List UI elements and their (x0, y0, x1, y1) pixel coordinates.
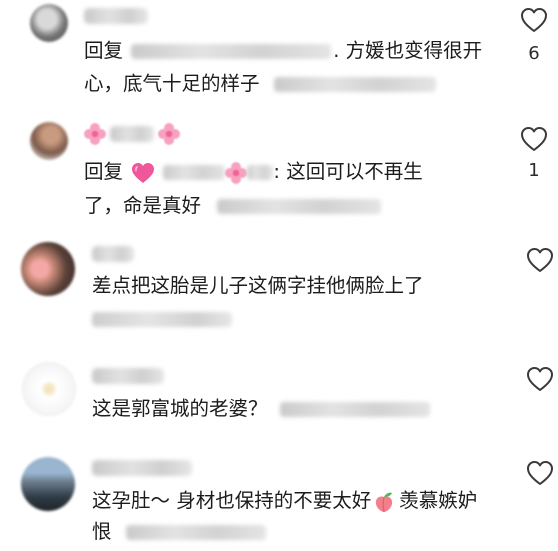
comment-text: 差点把这胎是儿子这俩字挂他俩脸上了 (92, 269, 424, 302)
reply-prefix: 回复 (84, 160, 124, 183)
comment-text-line1: 这是郭富城的老婆？ (92, 397, 268, 420)
heart-outline-icon (521, 127, 547, 151)
comment-text: 回复 : 这回可以不再生 (84, 155, 423, 188)
avatar[interactable] (22, 362, 76, 416)
avatar[interactable] (21, 457, 75, 511)
comment-text-line2: 心，底气十足的样子 (84, 72, 260, 95)
avatar[interactable] (30, 122, 68, 160)
comment-text-line1: 差点把这胎是儿子这俩字挂他俩脸上了 (92, 274, 424, 297)
like-button[interactable] (526, 247, 554, 273)
comment-text: 恨 (92, 515, 266, 548)
avatar[interactable] (21, 242, 75, 296)
peach-emoji-icon (376, 492, 393, 512)
comment-meta (92, 312, 232, 327)
username[interactable] (92, 368, 164, 384)
comment-text: 心，底气十足的样子 (84, 67, 436, 100)
comment-text: 了，命是真好 (84, 189, 382, 222)
comment-item: 回复 : 这回可以不再生 了，命是真好 1 (0, 118, 558, 228)
comment-meta (273, 77, 436, 92)
reply-target-username[interactable] (247, 165, 274, 180)
avatar[interactable] (30, 4, 68, 42)
heart-outline-icon (527, 461, 553, 485)
pink-heart-emoji-icon (132, 162, 155, 183)
like-count: 6 (528, 43, 540, 64)
reply-target-username[interactable] (131, 44, 332, 59)
username[interactable] (92, 246, 134, 262)
username[interactable] (84, 8, 148, 24)
comment-meta (279, 402, 430, 417)
reply-target-username[interactable] (163, 165, 226, 180)
pink-flower-emoji-icon (84, 123, 106, 145)
comment-item: 这孕肚～ 身材也保持的不要太好 羡慕嫉妒 恨 (0, 452, 558, 551)
comment-item: 差点把这胎是儿子这俩字挂他俩脸上了 (0, 236, 558, 346)
comment-item: 这是郭富城的老婆？ (0, 356, 558, 448)
comment-text: 这孕肚～ 身材也保持的不要太好 羡慕嫉妒 (92, 484, 477, 517)
comment-text-line1: : 这回可以不再生 (273, 160, 423, 183)
username[interactable] (92, 460, 192, 476)
comment-item: 回复 . 方媛也变得很开 心，底气十足的样子 6 (0, 0, 558, 120)
heart-outline-icon (527, 367, 553, 391)
pink-flower-emoji-icon (225, 161, 248, 184)
comment-text-line1-suffix: 羡慕嫉妒 (399, 489, 478, 512)
like-button[interactable] (520, 126, 548, 152)
comment-text: 回复 . 方媛也变得很开 (84, 34, 482, 67)
heart-outline-icon (527, 248, 553, 272)
reply-prefix: 回复 (84, 39, 124, 62)
comment-text: 这是郭富城的老婆？ (92, 392, 430, 425)
comment-text-line1: 这孕肚～ 身材也保持的不要太好 (92, 489, 372, 512)
comment-meta (125, 525, 266, 540)
like-count: 1 (528, 160, 540, 181)
comment-text-line1: . 方媛也变得很开 (333, 39, 483, 62)
username-text (110, 126, 154, 142)
heart-outline-icon (521, 8, 547, 32)
username[interactable] (84, 123, 184, 145)
like-button[interactable] (526, 366, 554, 392)
comment-text-line2: 了，命是真好 (84, 194, 202, 217)
like-button[interactable] (520, 7, 548, 33)
like-button[interactable] (526, 460, 554, 486)
comment-text-line2: 恨 (92, 520, 112, 543)
comment-meta (217, 199, 382, 214)
pink-flower-emoji-icon (158, 123, 180, 145)
